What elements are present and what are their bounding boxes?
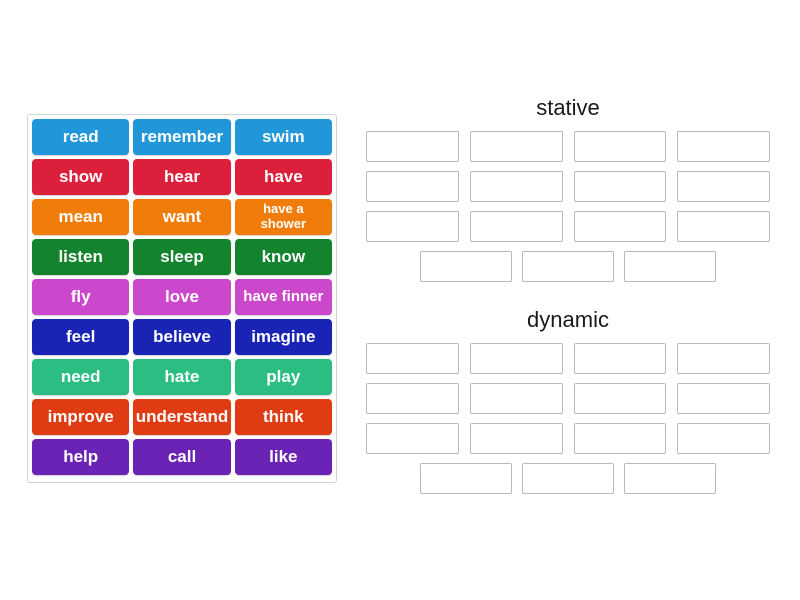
drop-slot-dynamic[interactable] [624, 463, 716, 495]
drop-slot-stative[interactable] [469, 131, 563, 163]
drop-slot-stative[interactable] [573, 211, 667, 243]
word-tile[interactable]: understand [133, 399, 231, 435]
drop-slot-stative[interactable] [573, 131, 667, 163]
drop-slot-stative[interactable] [677, 171, 770, 203]
drop-slot-dynamic[interactable] [677, 343, 770, 375]
drop-slot-stative[interactable] [420, 251, 512, 283]
tile-row: listen sleep know [32, 239, 332, 275]
tile-row: need hate play [32, 359, 332, 395]
tile-row: show hear have [32, 159, 332, 195]
tile-row: fly love have finner [32, 279, 332, 315]
slot-row [366, 343, 770, 375]
drop-slot-dynamic[interactable] [573, 423, 667, 455]
word-tile[interactable]: play [234, 359, 332, 395]
drop-group-dynamic: dynamic [366, 307, 770, 503]
word-tile[interactable]: want [133, 199, 231, 235]
tile-row: improve understand think [32, 399, 332, 435]
word-tile[interactable]: know [234, 239, 332, 275]
word-tile[interactable]: have [234, 159, 332, 195]
slot-container-stative [366, 131, 770, 283]
tile-row: read remember swim [32, 119, 332, 155]
drop-slot-dynamic[interactable] [366, 343, 459, 375]
tile-row: feel believe imagine [32, 319, 332, 355]
drop-group-stative: stative [366, 95, 770, 291]
tile-row: mean want have a shower [32, 199, 332, 235]
word-tile-panel: read remember swim show hear have mean want have… [27, 114, 337, 483]
drop-slot-dynamic[interactable] [420, 463, 512, 495]
word-tile[interactable]: swim [234, 119, 332, 155]
drop-slot-stative[interactable] [366, 131, 459, 163]
word-tile[interactable]: listen [32, 239, 130, 275]
drop-slot-stative[interactable] [366, 211, 459, 243]
drop-slot-stative[interactable] [469, 211, 563, 243]
word-tile[interactable]: help [32, 439, 130, 475]
drop-slot-dynamic[interactable] [469, 343, 563, 375]
word-tile[interactable]: mean [32, 199, 130, 235]
group-title-stative: stative [536, 95, 600, 120]
word-tile[interactable]: read [32, 119, 130, 155]
slot-container-dynamic [366, 343, 770, 495]
drop-slot-dynamic[interactable] [573, 343, 667, 375]
word-tile[interactable]: fly [32, 279, 130, 315]
drop-slot-dynamic[interactable] [469, 423, 563, 455]
drop-slot-dynamic[interactable] [677, 423, 770, 455]
word-tile[interactable]: imagine [234, 319, 332, 355]
slot-row [366, 383, 770, 415]
slot-row [366, 211, 770, 243]
drop-slot-stative[interactable] [677, 211, 770, 243]
slot-row [366, 463, 770, 495]
drop-slot-dynamic[interactable] [522, 463, 614, 495]
drop-slot-stative[interactable] [624, 251, 716, 283]
word-tile[interactable]: show [32, 159, 130, 195]
word-tile[interactable]: sleep [133, 239, 231, 275]
word-tile[interactable]: have a shower [234, 199, 332, 235]
drop-slot-dynamic[interactable] [366, 383, 459, 415]
drop-slot-stative[interactable] [469, 171, 563, 203]
drop-slot-dynamic[interactable] [573, 383, 667, 415]
word-tile[interactable]: remember [133, 119, 231, 155]
word-tile[interactable]: believe [133, 319, 231, 355]
slot-row [366, 423, 770, 455]
drop-slot-dynamic[interactable] [469, 383, 563, 415]
word-tile[interactable]: have finner [234, 279, 332, 315]
word-tile[interactable]: call [133, 439, 231, 475]
drop-slot-stative[interactable] [573, 171, 667, 203]
drop-slot-dynamic[interactable] [677, 383, 770, 415]
word-tile[interactable]: hear [133, 159, 231, 195]
slot-row [366, 131, 770, 163]
drop-slot-stative[interactable] [366, 171, 459, 203]
word-tile[interactable]: feel [32, 319, 130, 355]
slot-row [366, 251, 770, 283]
drop-slot-stative[interactable] [677, 131, 770, 163]
word-tile[interactable]: hate [133, 359, 231, 395]
tile-row: help call like [32, 439, 332, 475]
group-title-dynamic: dynamic [527, 307, 609, 332]
word-tile[interactable]: improve [32, 399, 130, 435]
drop-slot-stative[interactable] [522, 251, 614, 283]
slot-row [366, 171, 770, 203]
word-tile[interactable]: need [32, 359, 130, 395]
word-tile[interactable]: think [234, 399, 332, 435]
word-tile[interactable]: love [133, 279, 231, 315]
word-tile[interactable]: like [234, 439, 332, 475]
drop-slot-dynamic[interactable] [366, 423, 459, 455]
